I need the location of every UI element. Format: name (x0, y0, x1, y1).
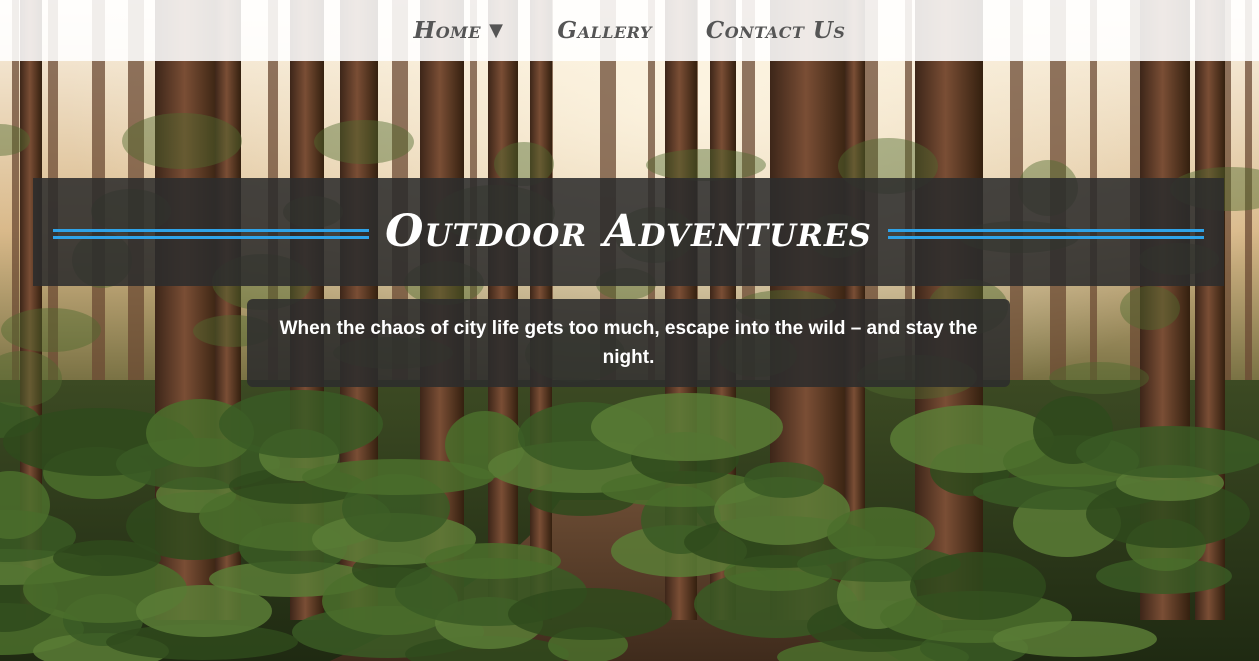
title-decorative-rule-left (53, 229, 370, 239)
nav-menu: Home ▼ Gallery Contact Us (387, 17, 873, 44)
fern-foliage (744, 462, 824, 498)
fern-foliage (993, 621, 1157, 657)
nav-link-home[interactable]: Home ▼ (387, 17, 531, 44)
canopy-foliage (646, 149, 766, 181)
hero-title-band: Outdoor Adventures (33, 178, 1224, 286)
top-navigation-bar: Home ▼ Gallery Contact Us (0, 0, 1259, 61)
nav-link-gallery-label: Gallery (557, 17, 652, 44)
fern-foliage (827, 507, 935, 559)
fern-foliage (1076, 426, 1259, 478)
title-decorative-rule-right (887, 229, 1204, 239)
fern-foliage (53, 540, 161, 576)
dropdown-caret-icon: ▼ (489, 20, 504, 41)
hero-tagline-box: When the chaos of city life gets too muc… (247, 299, 1010, 387)
fern-foliage (219, 390, 383, 458)
fern-foliage (302, 459, 494, 495)
fern-foliage (591, 393, 783, 461)
hero-tagline: When the chaos of city life gets too muc… (279, 318, 978, 368)
fern-foliage (910, 552, 1046, 620)
nav-link-gallery[interactable]: Gallery (530, 17, 678, 44)
canopy-foliage (122, 113, 242, 169)
page-title: Outdoor Adventures (385, 206, 872, 257)
fern-foliage (425, 543, 561, 579)
nav-link-home-label: Home (413, 17, 482, 44)
nav-item-gallery: Gallery (530, 17, 678, 44)
nav-link-contact-us-label: Contact Us (705, 17, 846, 44)
canopy-foliage (1049, 362, 1149, 394)
canopy-foliage (1, 308, 101, 352)
fern-foliage (136, 585, 272, 637)
nav-link-contact-us[interactable]: Contact Us (679, 17, 873, 44)
canopy-foliage (1120, 286, 1180, 330)
fern-foliage (508, 588, 672, 640)
nav-item-contact: Contact Us (679, 17, 873, 44)
canopy-foliage (314, 120, 414, 164)
nav-item-home: Home ▼ (387, 17, 531, 44)
